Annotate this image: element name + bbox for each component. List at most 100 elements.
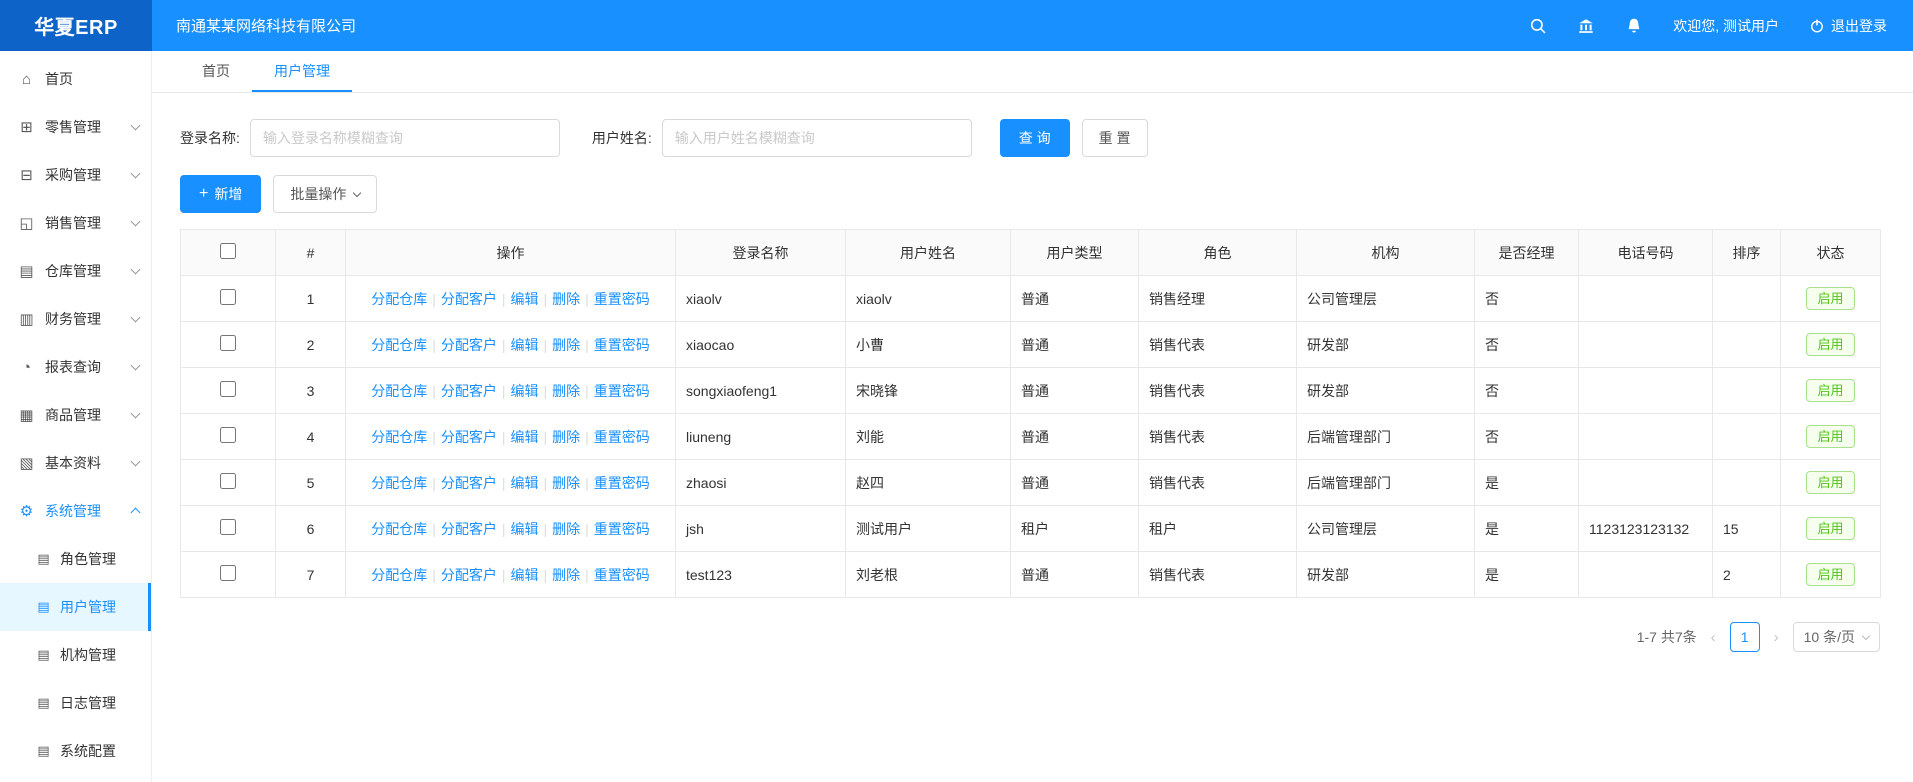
user-type-cell: 普通 [1011, 276, 1139, 322]
next-page-button[interactable]: › [1772, 629, 1781, 646]
login-name-input[interactable] [250, 119, 560, 157]
role-cell: 销售代表 [1139, 414, 1297, 460]
sidebar-subitem-log[interactable]: ▤日志管理 [0, 679, 151, 727]
reset-password-link[interactable]: 重置密码 [594, 337, 650, 353]
assign-warehouse-link[interactable]: 分配仓库 [371, 521, 427, 537]
sidebar-subitem-user[interactable]: ▤ 用户管理 [0, 583, 151, 631]
assign-warehouse-link[interactable]: 分配仓库 [371, 567, 427, 583]
status-badge[interactable]: 启用 [1806, 333, 1854, 357]
assign-warehouse-link[interactable]: 分配仓库 [371, 291, 427, 307]
sidebar-item-finance[interactable]: ▥财务管理 [0, 295, 151, 343]
search-icon[interactable] [1529, 17, 1547, 35]
select-all-checkbox[interactable] [220, 243, 236, 259]
column-header: 电话号码 [1579, 230, 1713, 276]
status-badge[interactable]: 启用 [1806, 287, 1854, 311]
reset-password-link[interactable]: 重置密码 [594, 521, 650, 537]
sidebar-subitem-role[interactable]: ▤角色管理 [0, 535, 151, 583]
tab-user-management[interactable]: 用户管理 [252, 51, 352, 92]
app-logo: 华夏ERP [0, 0, 152, 51]
delete-link[interactable]: 删除 [552, 429, 580, 445]
row-checkbox[interactable] [220, 289, 236, 305]
table-row: 5分配仓库|分配客户|编辑|删除|重置密码zhaosi赵四普通销售代表后端管理部… [181, 460, 1881, 506]
user-table: #操作登录名称用户姓名用户类型角色机构是否经理电话号码排序状态 1分配仓库|分配… [180, 229, 1881, 598]
status-badge[interactable]: 启用 [1806, 425, 1854, 449]
sidebar-subitem-label: 机构管理 [60, 645, 116, 665]
edit-link[interactable]: 编辑 [511, 567, 539, 583]
sidebar-item-goods[interactable]: ▦商品管理 [0, 391, 151, 439]
assign-customer-link[interactable]: 分配客户 [441, 337, 497, 353]
row-checkbox[interactable] [220, 381, 236, 397]
delete-link[interactable]: 删除 [552, 521, 580, 537]
bell-icon[interactable] [1625, 17, 1643, 35]
edit-link[interactable]: 编辑 [511, 521, 539, 537]
edit-link[interactable]: 编辑 [511, 475, 539, 491]
assign-customer-link[interactable]: 分配客户 [441, 521, 497, 537]
delete-link[interactable]: 删除 [552, 567, 580, 583]
reset-password-link[interactable]: 重置密码 [594, 383, 650, 399]
welcome-text[interactable]: 欢迎您, 测试用户 [1673, 16, 1779, 36]
sidebar-subitem-label: 用户管理 [60, 597, 116, 617]
edit-link[interactable]: 编辑 [511, 337, 539, 353]
sidebar-subitem-org[interactable]: ▤机构管理 [0, 631, 151, 679]
chevron-down-icon [131, 121, 141, 131]
sidebar-item-system[interactable]: ⚙系统管理 [0, 487, 151, 535]
sidebar-item-sales[interactable]: ◱销售管理 [0, 199, 151, 247]
status-badge[interactable]: 启用 [1806, 517, 1854, 541]
delete-link[interactable]: 删除 [552, 383, 580, 399]
row-checkbox[interactable] [220, 565, 236, 581]
reset-password-link[interactable]: 重置密码 [594, 475, 650, 491]
row-operations-cell: 分配仓库|分配客户|编辑|删除|重置密码 [346, 414, 676, 460]
current-page-button[interactable]: 1 [1730, 622, 1760, 652]
logout-button[interactable]: 退出登录 [1809, 16, 1887, 36]
delete-link[interactable]: 删除 [552, 475, 580, 491]
sidebar-subitem-config[interactable]: ▤系统配置 [0, 727, 151, 775]
sidebar-item-label: 系统管理 [45, 501, 122, 521]
edit-link[interactable]: 编辑 [511, 383, 539, 399]
row-checkbox[interactable] [220, 335, 236, 351]
finance-icon: ▥ [18, 310, 35, 328]
assign-warehouse-link[interactable]: 分配仓库 [371, 475, 427, 491]
prev-page-button[interactable]: ‹ [1709, 629, 1718, 646]
assign-customer-link[interactable]: 分配客户 [441, 567, 497, 583]
sidebar-item-purchase[interactable]: ⊟采购管理 [0, 151, 151, 199]
assign-warehouse-link[interactable]: 分配仓库 [371, 337, 427, 353]
edit-link[interactable]: 编辑 [511, 429, 539, 445]
add-button[interactable]: + 新增 [180, 175, 261, 213]
status-badge[interactable]: 启用 [1806, 379, 1854, 403]
phone-cell [1579, 414, 1713, 460]
reset-password-link[interactable]: 重置密码 [594, 567, 650, 583]
query-button[interactable]: 查 询 [1000, 119, 1070, 157]
organization-cell: 公司管理层 [1297, 276, 1475, 322]
status-badge[interactable]: 启用 [1806, 471, 1854, 495]
row-checkbox[interactable] [220, 427, 236, 443]
tab-home[interactable]: 首页 [180, 51, 252, 92]
platform-icon[interactable] [1577, 17, 1595, 35]
reset-password-link[interactable]: 重置密码 [594, 291, 650, 307]
assign-customer-link[interactable]: 分配客户 [441, 291, 497, 307]
assign-warehouse-link[interactable]: 分配仓库 [371, 383, 427, 399]
batch-operations-button[interactable]: 批量操作 [273, 175, 377, 213]
row-checkbox[interactable] [220, 473, 236, 489]
delete-link[interactable]: 删除 [552, 291, 580, 307]
sidebar-item-retail[interactable]: ⊞零售管理 [0, 103, 151, 151]
operation-separator: | [502, 521, 506, 537]
sidebar-item-warehouse[interactable]: ▤仓库管理 [0, 247, 151, 295]
assign-warehouse-link[interactable]: 分配仓库 [371, 429, 427, 445]
assign-customer-link[interactable]: 分配客户 [441, 475, 497, 491]
assign-customer-link[interactable]: 分配客户 [441, 429, 497, 445]
sidebar-item-home[interactable]: ⌂首页 [0, 55, 151, 103]
status-badge[interactable]: 启用 [1806, 563, 1854, 587]
reset-button[interactable]: 重 置 [1082, 119, 1148, 157]
document-icon: ▤ [36, 599, 51, 615]
role-cell: 销售代表 [1139, 552, 1297, 598]
page-size-select[interactable]: 10 条/页 [1793, 622, 1880, 652]
delete-link[interactable]: 删除 [552, 337, 580, 353]
reset-password-link[interactable]: 重置密码 [594, 429, 650, 445]
phone-cell: 1123123123132 [1579, 506, 1713, 552]
sidebar-item-basic[interactable]: ▧基本资料 [0, 439, 151, 487]
edit-link[interactable]: 编辑 [511, 291, 539, 307]
row-checkbox[interactable] [220, 519, 236, 535]
sidebar-item-report[interactable]: ◔报表查询 [0, 343, 151, 391]
assign-customer-link[interactable]: 分配客户 [441, 383, 497, 399]
user-name-input[interactable] [662, 119, 972, 157]
